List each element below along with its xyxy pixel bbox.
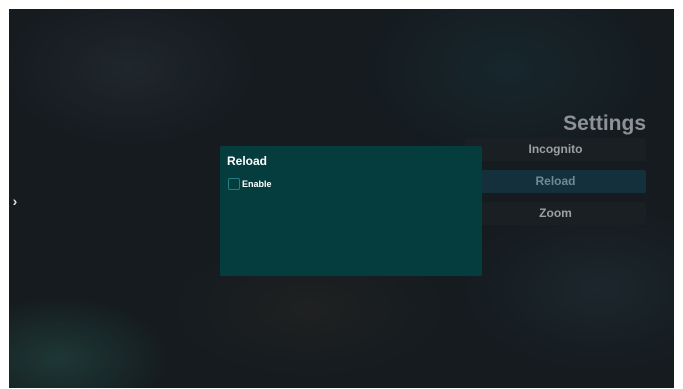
menu-item-reload[interactable]: Reload: [465, 170, 646, 193]
enable-checkbox[interactable]: [228, 178, 240, 190]
dialog-title: Reload: [227, 154, 268, 168]
enable-option[interactable]: Enable: [228, 177, 272, 191]
tv-screen: › Settings Incognito Reload Zoom Reload …: [9, 9, 674, 388]
menu-item-zoom[interactable]: Zoom: [465, 202, 646, 225]
reload-dialog: Reload Enable: [220, 146, 482, 276]
enable-checkbox-label: Enable: [242, 179, 272, 189]
settings-title: Settings: [563, 112, 646, 135]
chevron-right-icon[interactable]: ›: [9, 193, 21, 209]
menu-item-incognito[interactable]: Incognito: [465, 138, 646, 161]
